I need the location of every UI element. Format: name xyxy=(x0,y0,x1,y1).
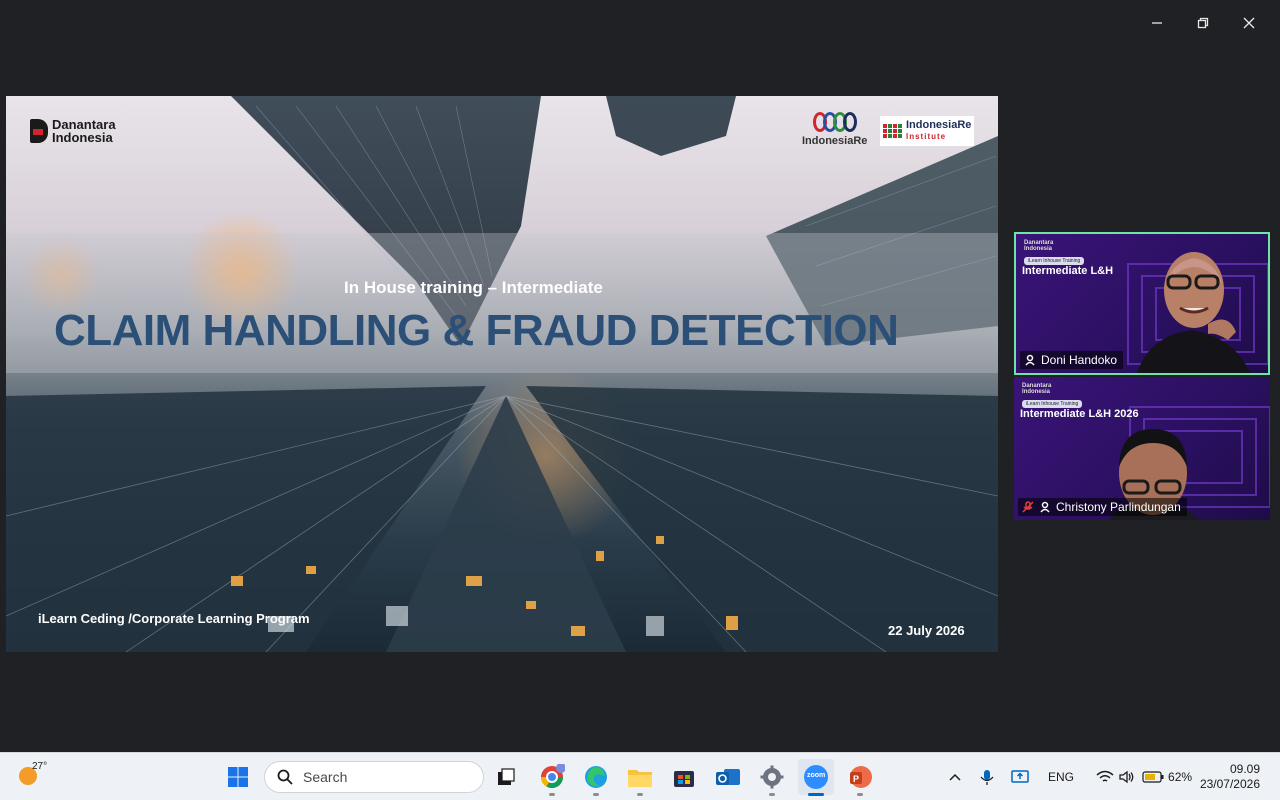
window-controls xyxy=(1134,8,1272,38)
task-view-button[interactable] xyxy=(488,759,524,795)
tile-brand-line2: Indonesia xyxy=(1022,389,1051,395)
slide-program-name: iLearn Ceding /Corporate Learning Progra… xyxy=(38,611,310,626)
indonesiare-logo-text: IndonesiaRe xyxy=(802,135,868,147)
weather-temp: 27° xyxy=(32,761,48,772)
zoom-app[interactable]: zoom xyxy=(798,759,834,796)
taskbar-search[interactable]: Search xyxy=(264,761,484,793)
participant-name: Doni Handoko xyxy=(1041,353,1118,367)
file-explorer-app[interactable] xyxy=(622,759,658,796)
wifi-icon[interactable] xyxy=(1096,769,1114,785)
battery-icon[interactable] xyxy=(1142,771,1164,783)
language-indicator[interactable]: ENG xyxy=(1048,770,1074,784)
search-placeholder: Search xyxy=(303,769,348,785)
minimize-icon xyxy=(1152,22,1162,24)
store-icon xyxy=(674,771,694,787)
pin-person-icon xyxy=(1040,501,1050,513)
edge-app[interactable] xyxy=(578,759,614,796)
start-icon xyxy=(228,767,248,787)
edge-icon xyxy=(585,766,607,788)
participant-name-label: Christony Parlindungan xyxy=(1018,498,1187,516)
pin-person-icon xyxy=(1025,354,1035,366)
danantara-logo: Danantara Indonesia xyxy=(30,118,116,144)
participant-tile[interactable]: Danantara Indonesia iLearn Inhouse Train… xyxy=(1014,377,1270,520)
settings-app[interactable] xyxy=(754,759,790,796)
participant-video-person xyxy=(1137,252,1251,373)
clock[interactable]: 09.09 23/07/2026 xyxy=(1200,762,1260,792)
institute-dots-icon xyxy=(883,124,902,138)
start-button[interactable] xyxy=(220,759,256,795)
task-view-icon xyxy=(498,768,515,785)
battery-percent: 62% xyxy=(1168,770,1193,784)
shared-slide: Danantara Indonesia IndonesiaRe Indonesi… xyxy=(6,96,998,652)
restore-button[interactable] xyxy=(1180,8,1226,38)
search-icon xyxy=(277,769,293,785)
screen-share-icon[interactable] xyxy=(1010,768,1030,786)
restore-icon xyxy=(1197,17,1209,29)
chrome-icon xyxy=(541,764,565,788)
file-explorer-icon xyxy=(628,770,652,787)
danantara-logo-line2: Indonesia xyxy=(52,130,113,145)
tile-title: Intermediate L&H 2026 xyxy=(1020,408,1139,420)
indonesiare-rings-icon xyxy=(802,112,867,132)
muted-mic-icon xyxy=(1022,501,1034,513)
settings-icon xyxy=(760,765,784,789)
taskbar: 27° Search zoom P ENG 62% 09.09 23/07/20… xyxy=(0,752,1280,800)
chrome-app[interactable] xyxy=(534,759,570,796)
close-button[interactable] xyxy=(1226,8,1272,38)
system-tray: ENG 62% xyxy=(946,753,1192,800)
clock-date: 23/07/2026 xyxy=(1199,777,1260,791)
slide-title: CLAIM HANDLING & FRAUD DETECTION xyxy=(54,306,899,355)
skyscraper-background-image xyxy=(6,96,998,652)
outlook-app[interactable] xyxy=(710,759,746,795)
volume-icon[interactable] xyxy=(1118,769,1136,785)
tile-brand-line2: Indonesia xyxy=(1024,246,1053,252)
slide-subtitle: In House training – Intermediate xyxy=(344,278,603,297)
tile-pill: iLearn Inhouse Training xyxy=(1022,400,1083,408)
microphone-icon[interactable] xyxy=(978,768,996,786)
participant-name: Christony Parlindungan xyxy=(1056,500,1181,514)
tile-pill: iLearn Inhouse Training xyxy=(1024,257,1085,265)
store-app[interactable] xyxy=(666,759,702,795)
institute-logo-line2: Institute xyxy=(906,132,947,141)
powerpoint-app[interactable]: P xyxy=(842,759,878,796)
close-icon xyxy=(1243,17,1255,29)
powerpoint-icon: P xyxy=(850,766,872,788)
indonesiare-institute-logo: IndonesiaRe Institute xyxy=(880,116,974,146)
indonesiare-logo: IndonesiaRe xyxy=(802,112,867,147)
clock-time: 09.09 xyxy=(1229,762,1260,776)
outlook-icon xyxy=(716,769,740,785)
participant-name-label: Doni Handoko xyxy=(1020,351,1124,369)
svg-text:P: P xyxy=(853,774,859,784)
slide-date: 22 July 2026 xyxy=(888,623,965,638)
participant-tile[interactable]: Danantara Indonesia iLearn Inhouse Train… xyxy=(1014,232,1270,375)
minimize-button[interactable] xyxy=(1134,8,1180,38)
institute-logo-line1: IndonesiaRe xyxy=(906,119,972,131)
danantara-mark-icon xyxy=(30,119,48,143)
zoom-icon-label: zoom xyxy=(807,772,826,779)
chevron-up-icon[interactable] xyxy=(946,768,964,786)
tile-title: Intermediate L&H xyxy=(1022,265,1114,277)
weather-widget[interactable]: 27° xyxy=(16,761,47,792)
